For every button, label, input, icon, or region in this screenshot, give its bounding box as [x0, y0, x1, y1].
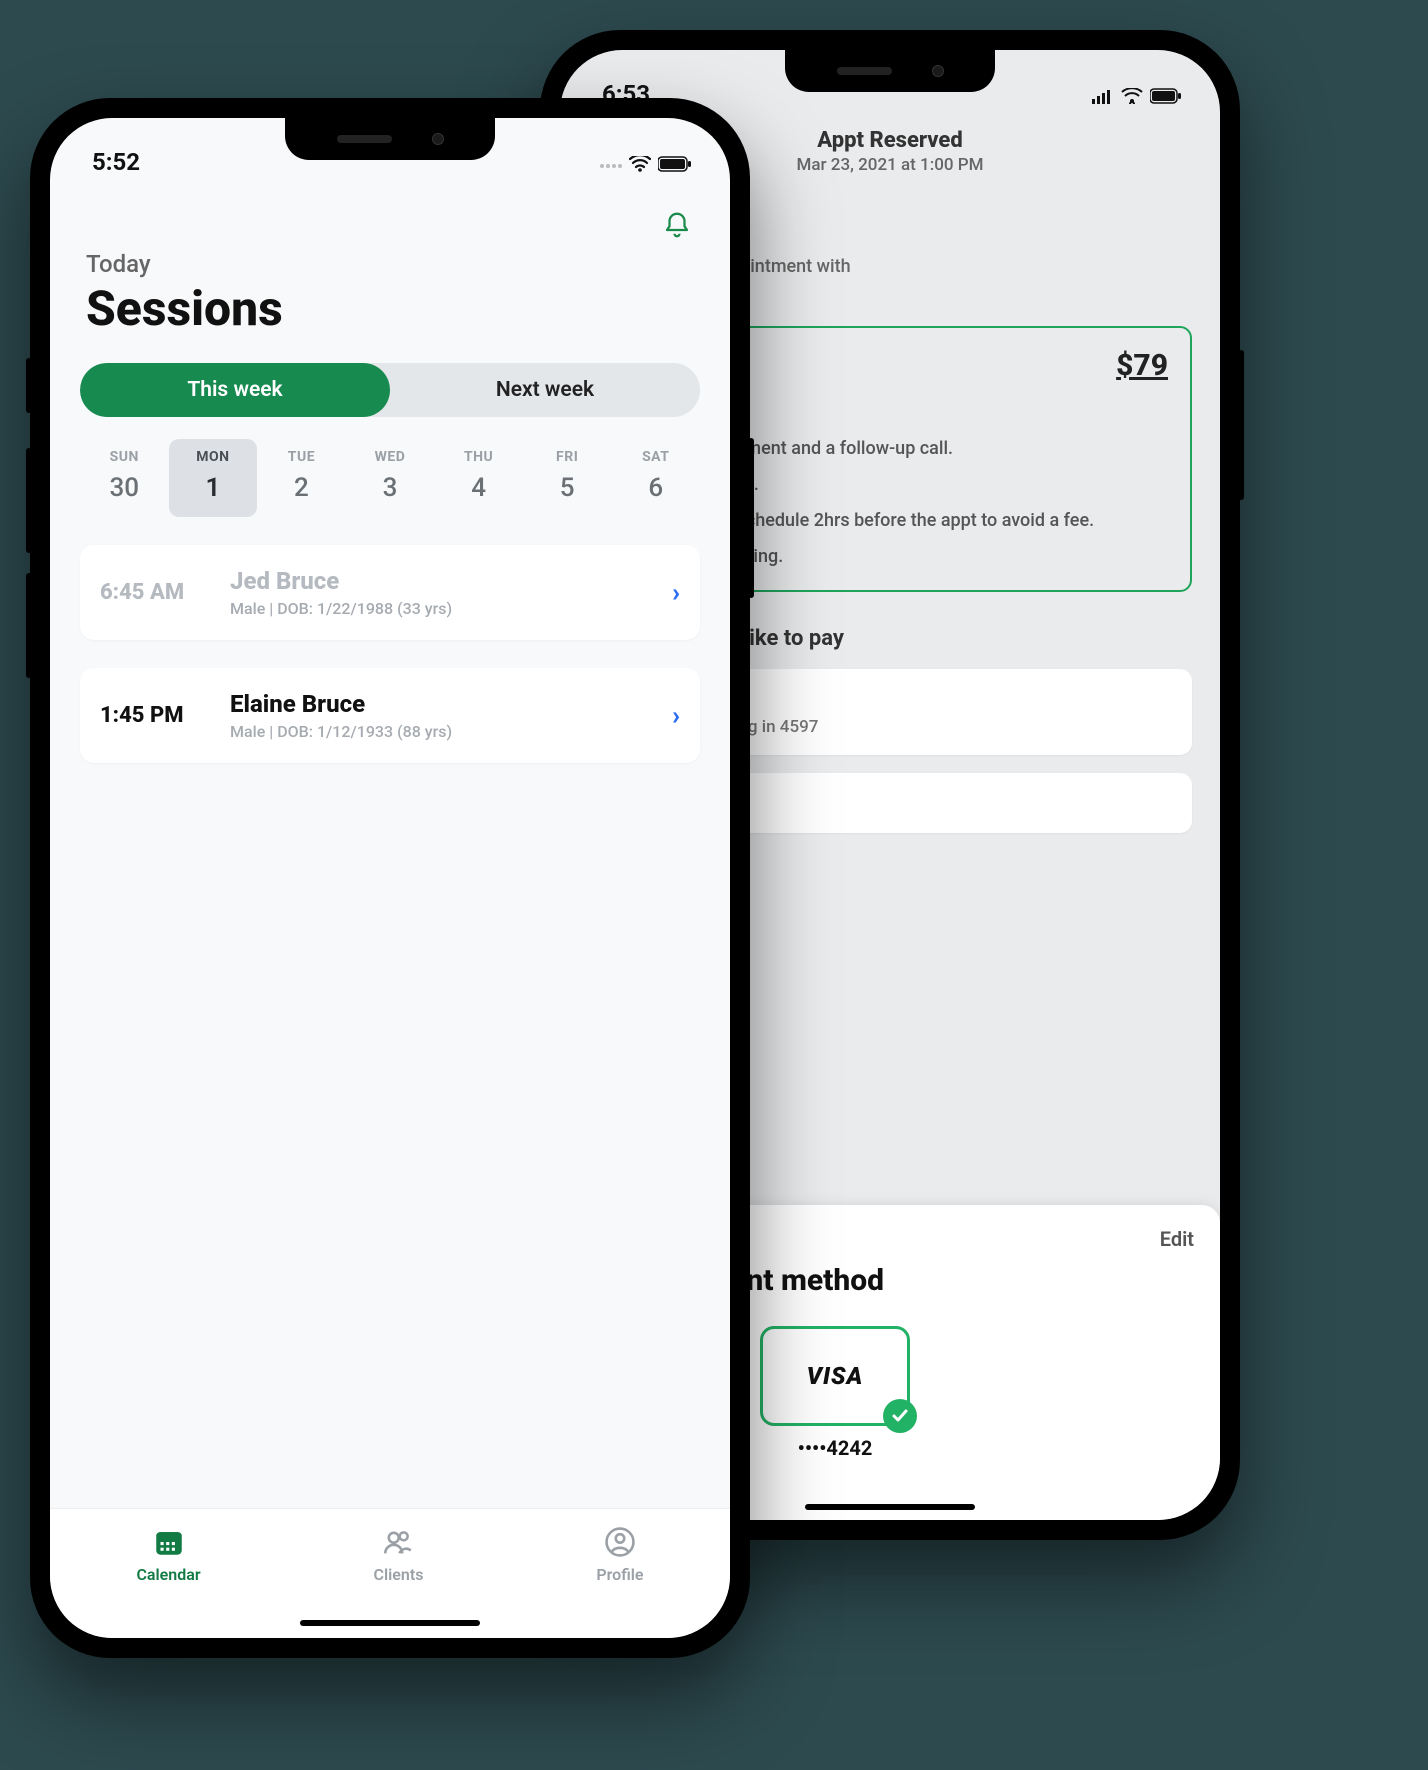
session-sub: Male | DOB: 1/12/1933 (88 yrs) — [230, 722, 672, 741]
day-sat[interactable]: SAT6 — [611, 439, 700, 517]
tab-bar: Calendar Clients Profile — [50, 1508, 730, 1638]
home-indicator — [805, 1504, 975, 1510]
day-fri[interactable]: FRI5 — [523, 439, 612, 517]
visa-icon: VISA — [807, 1362, 864, 1390]
wifi-icon — [1121, 88, 1143, 108]
session-time: 6:45 AM — [100, 580, 230, 605]
signal-icon — [1092, 89, 1114, 108]
week-day-row: SUN30 MON1 TUE2 WED3 THU4 FRI5 SAT6 — [80, 439, 700, 517]
session-card[interactable]: 1:45 PM Elaine Bruce Male | DOB: 1/12/19… — [80, 668, 700, 763]
tab-label: Profile — [596, 1565, 643, 1584]
payment-option-visa[interactable]: VISA ••••4242 — [760, 1326, 910, 1460]
home-indicator — [300, 1620, 480, 1626]
chevron-right-icon: › — [672, 578, 680, 608]
battery-icon — [658, 156, 692, 176]
clients-icon — [381, 1525, 415, 1563]
calendar-icon — [152, 1525, 186, 1563]
phone-front: 5:52 Today Sessio — [30, 98, 750, 1658]
day-wed[interactable]: WED3 — [346, 439, 435, 517]
tab-calendar[interactable]: Calendar — [136, 1525, 200, 1584]
page-title: Sessions — [80, 280, 700, 337]
status-time: 5:52 — [92, 148, 140, 176]
week-segmented-control: This week Next week — [80, 363, 700, 417]
tab-label: Clients — [374, 1565, 424, 1584]
session-card[interactable]: 6:45 AM Jed Bruce Male | DOB: 1/22/1988 … — [80, 545, 700, 640]
battery-icon — [1150, 88, 1182, 108]
segment-this-week[interactable]: This week — [80, 363, 390, 417]
day-mon[interactable]: MON1 — [169, 439, 258, 517]
day-sun[interactable]: SUN30 — [80, 439, 169, 517]
day-tue[interactable]: TUE2 — [257, 439, 346, 517]
signal-dots-icon — [600, 164, 622, 168]
check-icon — [883, 1399, 917, 1433]
session-name: Elaine Bruce — [230, 690, 672, 718]
price-value: $79 — [1116, 348, 1168, 383]
tab-clients[interactable]: Clients — [374, 1525, 424, 1584]
session-name: Jed Bruce — [230, 567, 672, 595]
tab-profile[interactable]: Profile — [596, 1525, 643, 1584]
chevron-right-icon: › — [672, 701, 680, 731]
session-sub: Male | DOB: 1/22/1988 (33 yrs) — [230, 599, 672, 618]
payment-option-label: ••••4242 — [798, 1436, 873, 1460]
today-label: Today — [80, 250, 700, 278]
day-thu[interactable]: THU4 — [434, 439, 523, 517]
profile-icon — [603, 1525, 637, 1563]
segment-next-week[interactable]: Next week — [390, 363, 700, 417]
tab-label: Calendar — [136, 1565, 200, 1584]
notifications-bell-icon[interactable] — [662, 210, 692, 244]
wifi-icon — [629, 156, 651, 176]
session-time: 1:45 PM — [100, 703, 230, 728]
